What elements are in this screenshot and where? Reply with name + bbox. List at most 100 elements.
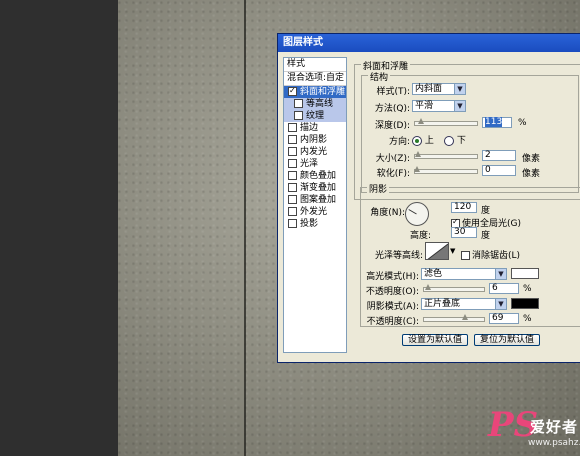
direction-down[interactable]: 下 (444, 133, 466, 146)
dark-sidebar (0, 0, 118, 456)
angle-dial-icon[interactable] (405, 202, 429, 226)
checkbox-icon[interactable] (288, 207, 297, 216)
style-list-header[interactable]: 样式 (284, 58, 346, 72)
shadow-mode-label: 阴影模式(A): (366, 302, 419, 312)
angle-needle (408, 209, 417, 215)
dialog-title: 图层样式 (278, 34, 580, 52)
shadow-mode-select[interactable]: 正片叠底 ▼ (421, 298, 507, 310)
reset-default-button[interactable]: 复位为默认值 (474, 334, 540, 346)
angle-input[interactable]: 120 (451, 202, 477, 213)
shadow-opacity-unit: % (523, 314, 532, 324)
slider-thumb[interactable] (414, 166, 420, 172)
shading-title: 阴影 (367, 182, 390, 195)
list-item-stroke[interactable]: 描边 (284, 122, 346, 134)
style-select[interactable]: 内斜面 ▼ (412, 83, 466, 95)
technique-select[interactable]: 平滑 ▼ (412, 100, 466, 112)
blend-options-item[interactable]: 混合选项:自定 (284, 72, 346, 86)
shadow-opacity-slider[interactable] (423, 314, 485, 322)
slider-thumb[interactable] (425, 284, 431, 290)
contour-curve-icon (427, 243, 448, 259)
antialias-label: 消除锯齿(L) (472, 251, 521, 261)
highlight-opacity-input[interactable]: 6 (489, 283, 519, 294)
checkbox-icon[interactable] (288, 183, 297, 192)
depth-input[interactable]: 113 (482, 117, 512, 128)
list-item-bevel[interactable]: 斜面和浮雕 (284, 85, 346, 98)
list-item-label: 纹理 (306, 111, 325, 121)
checkbox-icon[interactable] (288, 123, 297, 132)
slider-thumb[interactable] (462, 314, 468, 320)
depth-slider[interactable] (414, 118, 478, 126)
radio-icon[interactable] (444, 135, 454, 146)
highlight-mode-select[interactable]: 滤色 ▼ (421, 268, 507, 280)
slider-thumb[interactable] (418, 118, 424, 124)
checkbox-icon[interactable] (288, 171, 297, 180)
radio-selected-icon[interactable] (412, 135, 422, 146)
altitude-unit: 度 (481, 231, 491, 241)
list-item-label: 光泽 (300, 159, 319, 169)
psahz-watermark: PS 爱好者 www.psahz.com (488, 408, 580, 452)
altitude-input[interactable]: 30 (451, 227, 477, 238)
chevron-down-icon[interactable]: ▼ (495, 269, 506, 279)
list-item-label: 内发光 (300, 147, 328, 157)
list-item-label: 斜面和浮雕 (300, 87, 346, 97)
list-item-label: 投影 (300, 219, 319, 229)
list-item-label: 图案叠加 (300, 195, 337, 205)
gloss-contour-picker[interactable] (425, 242, 449, 260)
list-item-inner-glow[interactable]: 内发光 (284, 146, 346, 158)
shadow-color-swatch[interactable] (511, 298, 539, 309)
list-item-contour[interactable]: 等高线 (284, 98, 346, 110)
soften-input[interactable]: 0 (482, 165, 516, 176)
list-item-drop-shadow[interactable]: 投影 (284, 218, 346, 230)
soften-slider[interactable] (414, 166, 478, 174)
list-item-color-overlay[interactable]: 颜色叠加 (284, 170, 346, 182)
checkbox-icon[interactable] (294, 99, 303, 108)
direction-up[interactable]: 上 (412, 133, 434, 146)
checkbox-icon[interactable] (461, 251, 470, 260)
list-item-inner-shadow[interactable]: 内阴影 (284, 134, 346, 146)
list-item-outer-glow[interactable]: 外发光 (284, 206, 346, 218)
chevron-down-icon[interactable]: ▼ (454, 84, 465, 94)
list-item-satin[interactable]: 光泽 (284, 158, 346, 170)
make-default-button[interactable]: 设置为默认值 (402, 334, 468, 346)
shadow-opacity-input[interactable]: 69 (489, 313, 519, 324)
watermark-text: 爱好者 (530, 418, 579, 436)
list-item-gradient-overlay[interactable]: 渐变叠加 (284, 182, 346, 194)
direction-up-label: 上 (424, 136, 434, 146)
checkbox-icon[interactable] (288, 195, 297, 204)
checkbox-icon[interactable] (288, 85, 297, 97)
angle-label: 角度(N): (370, 208, 405, 218)
chevron-down-icon[interactable]: ▼ (454, 101, 465, 111)
depth-unit: % (518, 118, 527, 128)
highlight-color-swatch[interactable] (511, 268, 539, 279)
size-input[interactable]: 2 (482, 150, 516, 161)
list-item-texture[interactable]: 纹理 (284, 110, 346, 122)
gloss-contour-label: 光泽等高线: (374, 251, 423, 261)
checkbox-icon[interactable] (294, 111, 303, 120)
highlight-mode-value: 滤色 (424, 269, 443, 279)
contour-dropdown[interactable]: ▼ (450, 247, 455, 255)
soften-unit: 像素 (522, 169, 541, 179)
highlight-mode-label: 高光模式(H): (366, 272, 419, 282)
checkbox-icon[interactable] (288, 219, 297, 228)
antialias-option[interactable]: 消除锯齿(L) (461, 248, 520, 261)
altitude-label: 高度: (409, 231, 431, 241)
technique-value: 平滑 (415, 101, 434, 111)
angle-value: 120 (454, 202, 472, 212)
highlight-opacity-slider[interactable] (423, 284, 485, 292)
checkbox-icon[interactable] (288, 135, 297, 144)
direction-label: 方向: (388, 137, 410, 147)
layer-style-dialog: 图层样式 样式 混合选项:自定 斜面和浮雕 等高线 纹理 描边 内阴影 内发光 … (277, 33, 580, 363)
size-slider[interactable] (414, 151, 478, 159)
style-value: 内斜面 (415, 84, 443, 94)
list-item-label: 等高线 (306, 99, 334, 109)
slider-thumb[interactable] (415, 151, 421, 157)
list-item-pattern-overlay[interactable]: 图案叠加 (284, 194, 346, 206)
list-item-label: 外发光 (300, 207, 328, 217)
direction-down-label: 下 (456, 136, 466, 146)
structure-group: 结构 样式(T): 内斜面 ▼ 方法(Q): 平滑 ▼ 深度(D): 113 % 方… (361, 70, 579, 193)
highlight-opacity-unit: % (523, 284, 532, 294)
chevron-down-icon[interactable]: ▼ (495, 299, 506, 309)
checkbox-icon[interactable] (288, 147, 297, 156)
depth-label: 深度(D): (375, 121, 410, 131)
checkbox-icon[interactable] (288, 159, 297, 168)
